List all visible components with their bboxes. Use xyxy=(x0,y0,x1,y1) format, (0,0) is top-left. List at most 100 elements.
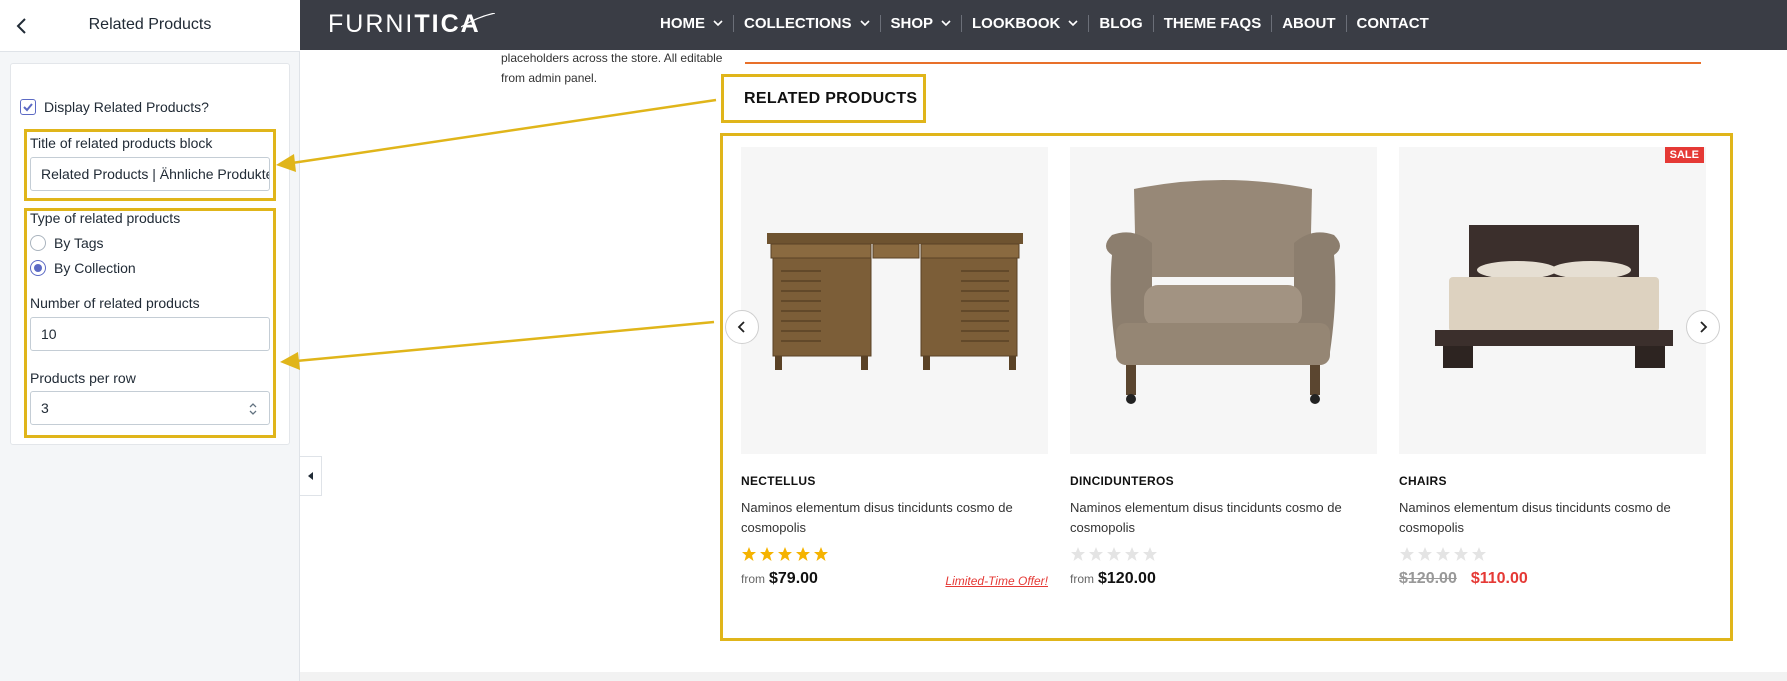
product-description: Naminos elementum disus tincidunts cosmo… xyxy=(1399,500,1671,535)
nav-collections[interactable]: COLLECTIONS xyxy=(733,15,880,32)
star-empty-icon xyxy=(1454,547,1468,561)
rating-stars xyxy=(1070,546,1377,562)
radio-by-tags[interactable]: By Tags xyxy=(30,235,104,251)
price-row: from $120.00 xyxy=(1070,570,1377,588)
nav-lookbook-label: LOOKBOOK xyxy=(972,15,1061,32)
count-label: Number of related products xyxy=(30,295,200,311)
placeholder-text: placeholders across the store. All edita… xyxy=(501,51,723,85)
star-empty-icon xyxy=(1418,547,1432,561)
collapse-sidebar-button[interactable] xyxy=(300,456,322,496)
product-name[interactable]: DINCIDUNTEROS xyxy=(1070,474,1377,488)
price-row: $120.00 $110.00 xyxy=(1399,570,1706,588)
desk-icon xyxy=(767,233,1023,370)
annotation-arrow-title xyxy=(291,98,717,165)
editor-title: Related Products xyxy=(88,16,212,33)
bed-icon xyxy=(1435,225,1673,368)
star-filled-icon xyxy=(742,547,756,561)
display-related-checkbox[interactable] xyxy=(20,99,36,115)
nav-theme-faqs[interactable]: THEME FAQS xyxy=(1152,15,1272,32)
nav-contact-label: CONTACT xyxy=(1356,15,1429,32)
nav-about[interactable]: ABOUT xyxy=(1271,15,1345,32)
price-row: from $79.00 Limited-Time Offer! xyxy=(741,570,1048,588)
limited-offer-link[interactable]: Limited-Time Offer! xyxy=(945,574,1048,588)
nav-about-label: ABOUT xyxy=(1282,15,1336,32)
editor-header: Related Products xyxy=(0,0,300,52)
star-empty-icon xyxy=(1143,547,1157,561)
star-empty-icon xyxy=(1071,547,1085,561)
main-nav: HOME COLLECTIONS SHOP LOOKBOOK BLOG THEM… xyxy=(650,15,1439,32)
star-filled-icon xyxy=(814,547,828,561)
armchair-icon xyxy=(1106,180,1340,404)
chevron-right-icon xyxy=(1700,321,1708,333)
title-field-label: Title of related products block xyxy=(30,135,213,151)
chevron-down-icon xyxy=(941,20,951,27)
radio-by-collection-label: By Collection xyxy=(54,260,136,276)
product-image[interactable] xyxy=(741,147,1048,454)
radio-by-tags-label: By Tags xyxy=(54,235,104,251)
store-navbar: FURNITICA HOME COLLECTIONS SHOP LOOKBOOK… xyxy=(300,0,1787,50)
star-empty-icon xyxy=(1089,547,1103,561)
price-prefix: from xyxy=(1070,572,1094,586)
related-title-highlight: RELATED PRODUCTS xyxy=(721,74,926,123)
star-empty-icon xyxy=(1472,547,1486,561)
nav-shop-label: SHOP xyxy=(890,15,934,32)
carousel-prev-button[interactable] xyxy=(725,310,759,344)
nav-blog-label: BLOG xyxy=(1099,15,1143,32)
caret-left-icon xyxy=(307,472,313,480)
annotation-arrow-products xyxy=(295,320,715,363)
per-row-value: 3 xyxy=(41,400,49,416)
star-empty-icon xyxy=(1400,547,1414,561)
star-empty-icon xyxy=(1107,547,1121,561)
related-title-input[interactable]: Related Products | Ähnliche Produkte xyxy=(30,157,270,191)
product-description: Naminos elementum disus tincidunts cosmo… xyxy=(1070,500,1342,535)
nav-collections-label: COLLECTIONS xyxy=(744,15,852,32)
chevron-down-icon xyxy=(1068,20,1078,27)
display-related-toggle[interactable]: Display Related Products? xyxy=(20,99,209,115)
product-image[interactable]: SALE xyxy=(1399,147,1706,454)
product-price: $120.00 xyxy=(1098,570,1156,587)
product-image[interactable] xyxy=(1070,147,1377,454)
logo-part-thin: FURNI xyxy=(328,10,415,38)
star-empty-icon xyxy=(1125,547,1139,561)
checkmark-icon xyxy=(23,103,33,112)
chevron-down-icon xyxy=(713,20,723,27)
star-filled-icon xyxy=(796,547,810,561)
select-arrows-icon xyxy=(249,403,257,415)
type-label: Type of related products xyxy=(30,210,181,226)
rating-stars xyxy=(1399,546,1706,562)
per-row-label: Products per row xyxy=(30,370,136,386)
product-card[interactable]: NECTELLUS Naminos elementum disus tincid… xyxy=(741,147,1048,588)
display-related-label: Display Related Products? xyxy=(44,99,209,115)
logo-swoosh-icon xyxy=(461,13,495,28)
star-empty-icon xyxy=(1436,547,1450,561)
product-name[interactable]: NECTELLUS xyxy=(741,474,1048,488)
accent-divider xyxy=(745,62,1701,64)
star-filled-icon xyxy=(778,547,792,561)
product-card[interactable]: DINCIDUNTEROS Naminos elementum disus ti… xyxy=(1070,147,1377,588)
product-name[interactable]: CHAIRS xyxy=(1399,474,1706,488)
nav-contact[interactable]: CONTACT xyxy=(1345,15,1439,32)
radio-by-collection[interactable]: By Collection xyxy=(30,260,136,276)
rating-stars xyxy=(741,546,1048,562)
chevron-left-icon xyxy=(737,321,745,333)
store-logo[interactable]: FURNITICA xyxy=(328,10,495,39)
related-products-heading: RELATED PRODUCTS xyxy=(744,89,918,107)
sale-badge: SALE xyxy=(1664,147,1704,163)
nav-home[interactable]: HOME xyxy=(650,15,733,32)
product-sale-price: $110.00 xyxy=(1470,570,1528,587)
radio-by-tags-button[interactable] xyxy=(30,235,46,251)
nav-blog[interactable]: BLOG xyxy=(1088,15,1152,32)
product-old-price: $120.00 xyxy=(1399,570,1457,587)
nav-shop[interactable]: SHOP xyxy=(879,15,962,32)
nav-lookbook[interactable]: LOOKBOOK xyxy=(961,15,1088,32)
star-filled-icon xyxy=(760,547,774,561)
nav-home-label: HOME xyxy=(660,15,705,32)
carousel-next-button[interactable] xyxy=(1686,310,1720,344)
radio-by-collection-button[interactable] xyxy=(30,260,46,276)
product-card[interactable]: SALE CHAIRS Naminos elementum disus tinc… xyxy=(1399,147,1706,588)
product-description: Naminos elementum disus tincidunts cosmo… xyxy=(741,500,1013,535)
page-bottom-strip xyxy=(300,672,1787,681)
per-row-select[interactable]: 3 xyxy=(30,391,270,425)
nav-theme-faqs-label: THEME FAQS xyxy=(1163,15,1262,32)
related-count-input[interactable]: 10 xyxy=(30,317,270,351)
